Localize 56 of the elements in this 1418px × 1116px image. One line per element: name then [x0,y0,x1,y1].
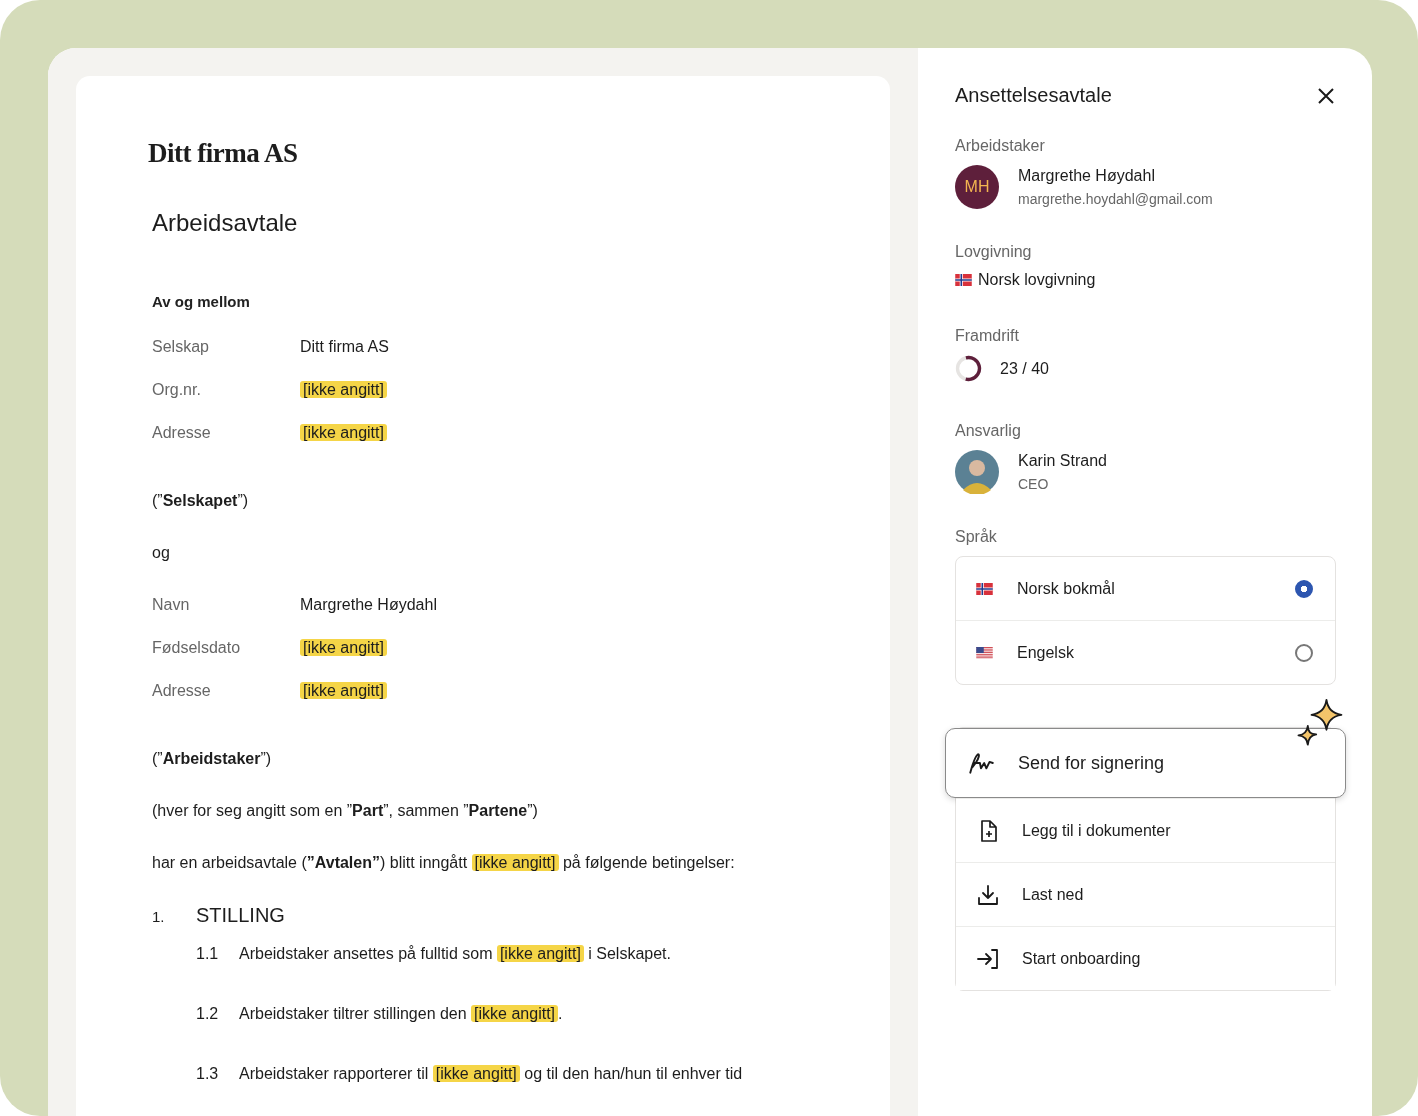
field-label: Adresse [152,423,211,443]
field-label: Lovgivning [955,243,1033,261]
radio-button[interactable] [1295,579,1313,598]
field-label: Adresse [152,681,211,701]
radio-button[interactable] [1295,643,1313,662]
clause-number: 1.1 [196,944,220,964]
flag-icon [976,646,993,659]
avatar-silhouette [955,450,999,494]
action-item[interactable]: Send for signering [945,728,1346,798]
field-label: Fødselsdato [152,638,241,658]
clause-text: Arbeidstaker tiltrer stillingen den [ikke angitt] . [239,1004,563,1024]
field-label: Arbeidstaker [955,137,1046,155]
paragraph: har en arbeidsavtale (”Avtalen”) blitt inngått [ikke angitt] på følgende betingelser: [152,853,736,873]
field-value: [ikke angitt] [300,379,387,401]
legislation-value: Norsk lovgivning [978,271,1096,289]
clause-number: 1.2 [196,1004,220,1024]
field-label: Språk [955,528,998,546]
paragraph: (”Selskapet”) [152,491,250,511]
panel-title: Ansettelsesavtale [955,84,1112,107]
paragraph: og [152,543,171,563]
person-email: margrethe.hoydahl@gmail.com [1018,191,1213,207]
person-name: Karin Strand [1018,452,1107,470]
clause-number: 1.3 [196,1064,220,1084]
progress-ring [955,355,982,382]
language-option[interactable]: Engelsk [956,620,1335,684]
person-name: Margrethe Høydahl [1018,167,1156,185]
company-logo: Ditt firma AS [148,138,299,169]
field-label: Selskap [152,337,209,357]
flag-icon [976,582,993,595]
close-icon[interactable] [1316,85,1336,106]
field-label: Navn [152,595,190,615]
field-value: [ikke angitt] [300,680,387,702]
clause-text: Arbeidstaker rapporterer til [ikke angitt] og til den han/hun til enhver tid [239,1064,743,1084]
field-value: [ikke angitt] [300,637,387,659]
clause-text: Arbeidstaker ansettes på fulltid som [ikke angitt] i Selskapet. [239,944,671,964]
person-role: CEO [1018,476,1050,492]
field-label: Org.nr. [152,380,201,400]
download-icon [976,882,1000,907]
field-value: [ikke angitt] [300,422,387,444]
language-option[interactable]: Norsk bokmål [956,557,1335,620]
progress-reading: 23 / 40 [1000,359,1049,378]
action-item[interactable]: Start onboarding [956,926,1335,990]
field-value: Margrethe Høydahl [300,595,437,615]
section-title: STILLING [196,904,285,927]
signature-icon [966,750,996,776]
field-value: Ditt firma AS [300,337,389,357]
document-title: Arbeidsavtale [152,209,299,237]
field-label: Ansvarlig [955,422,1022,440]
arrow-into-bracket-icon [976,946,1000,971]
flag-icon [955,274,972,286]
paragraph: (hver for seg angitt som en ”Part”, sammen ”Partene”) [152,801,539,821]
section-number: 1. [152,908,166,925]
field-label: Framdrift [955,327,1020,345]
avatar: MH [955,165,999,209]
paragraph: (”Arbeidstaker”) [152,749,273,769]
section-heading: Av og mellom [152,293,251,310]
